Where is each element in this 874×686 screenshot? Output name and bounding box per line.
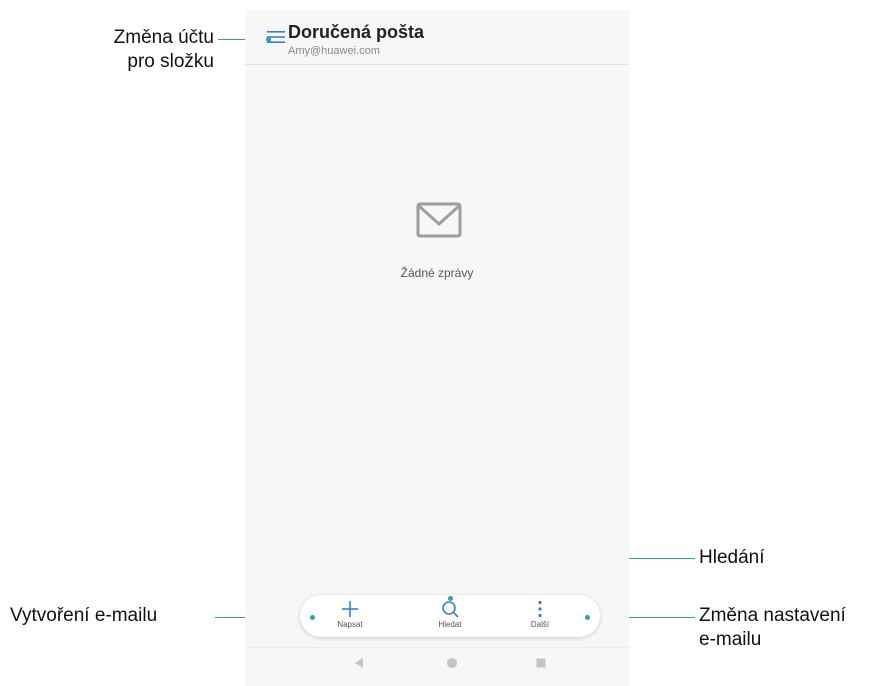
- callout-settings: Změna nastavení e-mailu: [699, 604, 846, 652]
- plus-icon: [342, 601, 358, 617]
- callout-search-dot: [448, 596, 453, 601]
- app-header: Doručená pošta Amy@huawei.com: [245, 10, 629, 65]
- callout-compose: Vytvoření e-mailu: [10, 605, 158, 626]
- envelope-icon: [416, 202, 462, 238]
- callout-settings-line2: e-mailu: [699, 629, 762, 650]
- compose-label: Napsat: [337, 620, 363, 629]
- empty-state-message: Žádné zprávy: [400, 266, 474, 280]
- more-vertical-icon: [538, 600, 542, 618]
- more-button[interactable]: Další: [510, 599, 570, 635]
- nav-divider: [245, 647, 629, 648]
- callout-folder-account-line2: pro složku: [127, 51, 214, 72]
- back-icon[interactable]: [353, 657, 365, 669]
- callout-compose-dot: [310, 615, 315, 620]
- callout-settings-dot: [585, 615, 590, 620]
- search-icon: [442, 601, 459, 618]
- callout-settings-line1: Změna nastavení: [699, 605, 846, 626]
- compose-button[interactable]: Napsat: [320, 599, 380, 635]
- callout-folder-account: Změna účtu pro složku: [78, 26, 214, 74]
- bottom-action-bar: Napsat Hledat Další: [300, 595, 600, 637]
- callout-folder-account-line1: Změna účtu: [113, 27, 214, 48]
- phone-screen: Doručená pošta Amy@huawei.com Žádné zprá…: [245, 10, 629, 686]
- callout-folder-account-dot: [266, 37, 271, 42]
- more-label: Další: [530, 620, 550, 629]
- recents-icon[interactable]: [535, 657, 547, 669]
- home-icon[interactable]: [446, 657, 458, 669]
- header-divider: [245, 64, 629, 65]
- search-label: Hledat: [438, 620, 462, 629]
- account-email: Amy@huawei.com: [288, 45, 380, 57]
- callout-search: Hledání: [699, 547, 765, 568]
- page-title: Doručená pošta: [288, 22, 425, 42]
- search-button[interactable]: Hledat: [420, 599, 480, 635]
